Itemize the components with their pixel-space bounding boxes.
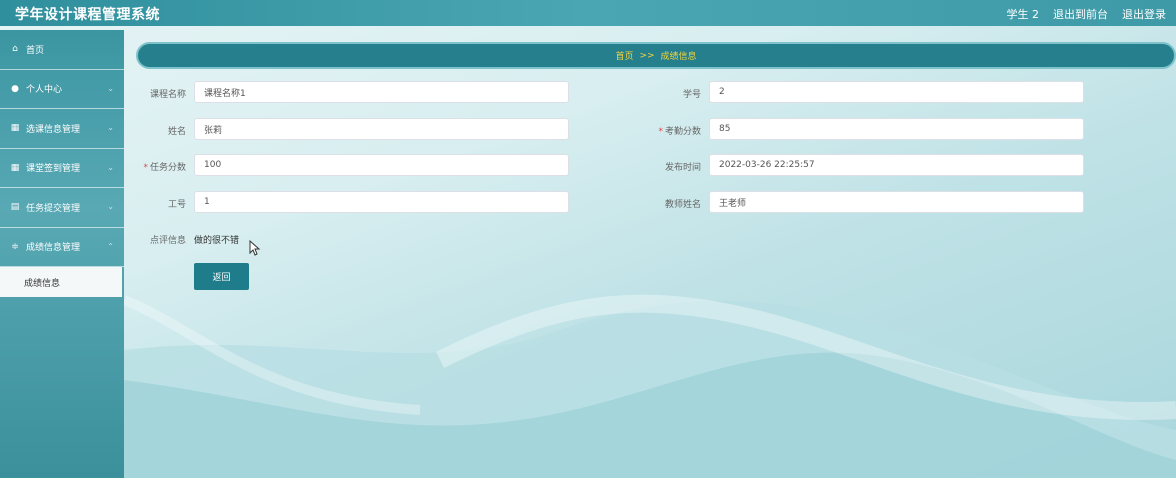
sidebar-item-label: 选课信息管理 xyxy=(26,124,81,135)
attendance-label: * 考勤分数 xyxy=(658,127,701,137)
sidebar-item-class-checkin[interactable]: ▦ 课堂签到管理 ⌄ xyxy=(0,149,124,188)
mouse-cursor-icon xyxy=(249,240,261,256)
publish-time-field[interactable]: 2022-03-26 22:25:57 xyxy=(709,154,1084,176)
task-score-field[interactable]: 100 xyxy=(194,154,569,176)
course-name-field[interactable]: 课程名称1 xyxy=(194,81,569,103)
grid-icon: ▦ xyxy=(10,162,20,173)
breadcrumb: 首页 >> 成绩信息 xyxy=(136,42,1176,69)
chevron-down-icon: ⌄ xyxy=(107,83,114,93)
course-name-label: 课程名称 xyxy=(149,90,186,100)
logout-link[interactable]: 退出登录 xyxy=(1122,6,1166,22)
sidebar-item-label: 首页 xyxy=(26,45,45,56)
name-label: 姓名 xyxy=(167,127,186,137)
grid-icon: ▦ xyxy=(10,123,20,134)
sidebar-item-grade-management[interactable]: ≑ 成绩信息管理 ⌃ xyxy=(0,228,124,267)
breadcrumb-current: 成绩信息 xyxy=(660,52,697,62)
sidebar-item-personal-center[interactable]: ● 个人中心 ⌄ xyxy=(0,70,124,109)
required-mark: * xyxy=(658,127,663,137)
user-icon: ● xyxy=(11,83,19,94)
back-button[interactable]: 返回 xyxy=(194,263,249,290)
comment-value: 做的很不错 xyxy=(194,236,240,246)
chevron-down-icon: ⌄ xyxy=(107,162,114,172)
submenu-item-grade-info[interactable]: 成绩信息 xyxy=(0,267,122,297)
staff-id-field[interactable]: 1 xyxy=(194,191,569,213)
sidebar-item-task-submission[interactable]: ▤ 任务提交管理 ⌄ xyxy=(0,188,124,228)
comment-label: 点评信息 xyxy=(149,236,186,246)
chevron-down-icon: ⌄ xyxy=(107,202,114,211)
publish-time-label: 发布时间 xyxy=(664,163,701,173)
breadcrumb-separator: >> xyxy=(639,50,655,61)
chevron-down-icon: ⌄ xyxy=(107,123,114,132)
breadcrumb-home[interactable]: 首页 xyxy=(615,49,633,62)
home-icon: ⌂ xyxy=(12,44,18,55)
sidebar-item-course-selection[interactable]: ▦ 选课信息管理 ⌄ xyxy=(0,109,124,149)
top-bar: 学年设计课程管理系统 学生 2 退出到前台 退出登录 xyxy=(0,0,1176,26)
user-label: 学生 2 xyxy=(1006,8,1040,21)
sidebar-item-label: 任务提交管理 xyxy=(26,203,81,214)
sidebar-item-label: 个人中心 xyxy=(26,85,63,96)
student-id-field[interactable]: 2 xyxy=(709,81,1084,103)
teacher-name-field[interactable]: 王老师 xyxy=(709,191,1084,213)
student-id-label: 学号 xyxy=(682,90,701,100)
clipboard-icon: ▤ xyxy=(10,202,20,213)
sidebar-item-label: 课堂签到管理 xyxy=(26,164,81,175)
sidebar-item-label: 成绩信息管理 xyxy=(26,243,81,254)
sliders-icon: ≑ xyxy=(11,241,19,252)
top-right-links: 学生 2 退出到前台 退出登录 xyxy=(1007,6,1167,22)
task-score-label: * 任务分数 xyxy=(143,163,186,173)
back-to-front-link[interactable]: 退出到前台 xyxy=(1053,6,1108,22)
teacher-name-label: 教师姓名 xyxy=(664,200,701,210)
sidebar: ⌂ 首页 ● 个人中心 ⌄ ▦ 选课信息管理 ⌄ ▦ 课堂签到管理 ⌄ ▤ 任务… xyxy=(0,30,124,478)
name-field[interactable]: 张莉 xyxy=(194,118,569,140)
staff-id-label: 工号 xyxy=(167,200,186,210)
attendance-field[interactable]: 85 xyxy=(709,118,1084,140)
app-title: 学年设计课程管理系统 xyxy=(15,7,160,23)
required-mark: * xyxy=(143,163,148,173)
sidebar-item-home[interactable]: ⌂ 首页 xyxy=(0,30,124,70)
chevron-up-icon: ⌃ xyxy=(107,241,114,251)
